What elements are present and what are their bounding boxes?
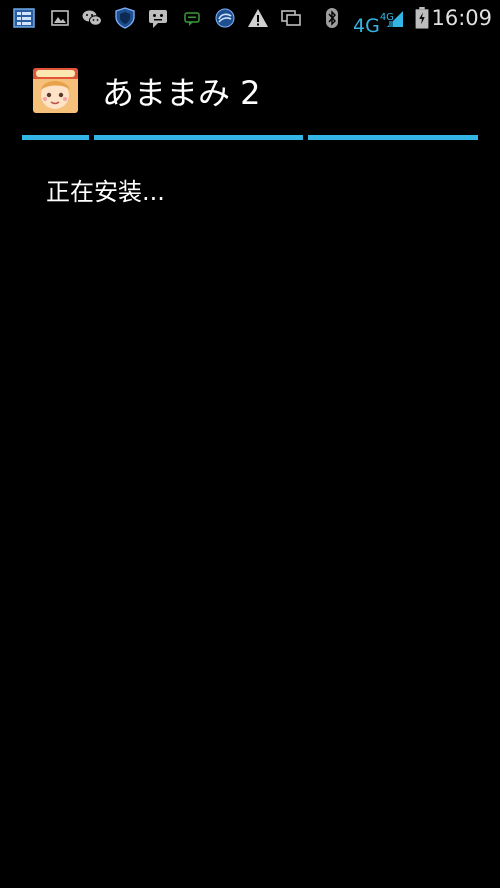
install-screen: 4G4G 16:09 あままみ 2 正在安装... xyxy=(0,0,500,888)
title-divider-segment xyxy=(22,135,89,140)
install-status-text: 正在安装... xyxy=(46,178,165,206)
title-divider-segment xyxy=(308,135,478,140)
warning-icon xyxy=(248,9,268,27)
messenger-icon xyxy=(149,10,167,28)
bluetooth-icon xyxy=(326,8,338,28)
wechat-icon xyxy=(82,10,102,26)
shield-icon xyxy=(115,7,135,29)
notification-list-icon xyxy=(13,8,35,28)
app-title: あままみ 2 xyxy=(102,74,261,112)
window-icon xyxy=(281,10,301,26)
app-icon-image xyxy=(33,68,78,113)
gallery-icon xyxy=(51,10,69,26)
battery-icon xyxy=(415,7,429,29)
sync-icon xyxy=(215,8,235,28)
title-divider-segment xyxy=(94,135,303,140)
status-bar-clock: 16:09 xyxy=(431,6,492,30)
app-icon xyxy=(33,68,78,113)
status-bar: 4G4G 16:09 xyxy=(0,0,500,37)
chat-icon xyxy=(184,12,200,26)
signal-icon xyxy=(387,11,403,27)
